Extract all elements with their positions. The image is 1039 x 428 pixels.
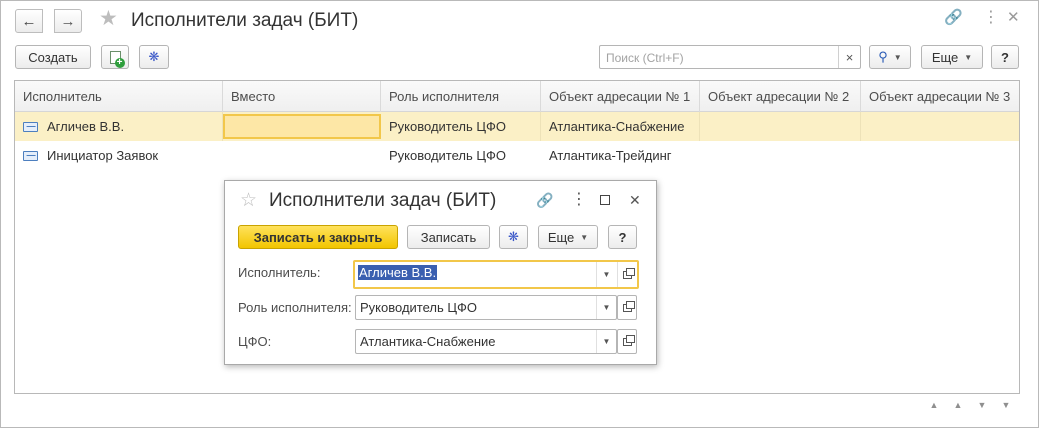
open-cfo-button[interactable] xyxy=(617,329,637,354)
hint-button[interactable]: ❋ xyxy=(139,45,169,69)
cell-role[interactable]: Руководитель ЦФО xyxy=(381,112,541,141)
create-button[interactable]: Создать xyxy=(15,45,91,69)
column-header-object-2[interactable]: Объект адресации № 2 xyxy=(700,81,861,112)
arrow-left-icon: ← xyxy=(21,12,37,30)
table-header: Исполнитель Вместо Роль исполнителя Объе… xyxy=(15,81,1019,112)
main-window: ← → ★ Исполнители задач (БИТ) 🔗 ⋮ ✕ Созд… xyxy=(0,0,1039,428)
search-icon: ⚲ xyxy=(878,49,888,64)
search-options-button[interactable]: ⚲ ▼ xyxy=(869,45,911,69)
table-scroll-controls: ▲︎ ▲ ▼ ▼︎ xyxy=(923,396,1019,414)
add-document-icon xyxy=(109,50,125,68)
search-field[interactable]: × xyxy=(599,45,861,69)
chevron-down-icon: ▼ xyxy=(964,52,973,62)
cell-instead[interactable] xyxy=(223,141,381,170)
column-header-performer[interactable]: Исполнитель xyxy=(15,81,223,112)
scroll-down-icon[interactable]: ▼ xyxy=(971,396,993,414)
open-role-button[interactable] xyxy=(617,295,637,320)
lightbulb-icon: ❋ xyxy=(148,49,160,64)
cell-object-1[interactable]: Атлантика-Снабжение xyxy=(541,112,700,141)
performer-field[interactable]: Агличев В.В. ▼ xyxy=(353,260,639,289)
scroll-bottom-icon[interactable]: ▼︎ xyxy=(995,396,1017,414)
column-header-instead[interactable]: Вместо xyxy=(223,81,381,112)
clear-search-button[interactable]: × xyxy=(838,46,860,68)
edit-dialog: ☆ Исполнители задач (БИТ) 🔗 ⋮ ✕ Записать… xyxy=(224,180,657,365)
cell-role[interactable]: Руководитель ЦФО xyxy=(381,141,541,170)
save-and-close-button[interactable]: Записать и закрыть xyxy=(238,225,398,249)
help-button[interactable]: ? xyxy=(608,225,637,249)
open-window-icon xyxy=(622,300,635,312)
chevron-down-icon: ▼ xyxy=(580,232,589,242)
cfo-value: Атлантика-Снабжение xyxy=(360,334,496,349)
more-button[interactable]: Еще ▼ xyxy=(921,45,983,69)
more-vertical-icon[interactable]: ⋮ xyxy=(571,192,587,208)
arrow-right-icon: → xyxy=(60,12,76,30)
cell-object-3[interactable] xyxy=(861,112,1019,141)
cfo-label: ЦФО: xyxy=(238,334,272,349)
create-copy-button[interactable] xyxy=(101,45,129,69)
performer-value: Агличев В.В. xyxy=(358,265,438,280)
column-header-object-1[interactable]: Объект адресации № 1 xyxy=(541,81,700,112)
column-header-object-3[interactable]: Объект адресации № 3 xyxy=(861,81,1019,112)
performer-label: Исполнитель: xyxy=(238,265,321,280)
close-icon[interactable]: ✕ xyxy=(629,193,641,207)
role-label: Роль исполнителя: xyxy=(238,300,352,315)
more-button-label: Еще xyxy=(547,229,575,245)
role-field[interactable]: Руководитель ЦФО ▼ xyxy=(355,295,617,320)
search-input[interactable] xyxy=(604,49,834,66)
page-title: Исполнители задач (БИТ) xyxy=(131,10,359,31)
scroll-up-icon[interactable]: ▲ xyxy=(947,396,969,414)
more-button[interactable]: Еще ▼ xyxy=(538,225,598,249)
cell-performer[interactable]: Инициатор Заявок xyxy=(15,141,223,170)
maximize-icon[interactable] xyxy=(600,195,610,205)
lightbulb-icon: ❋ xyxy=(508,229,519,244)
role-value: Руководитель ЦФО xyxy=(360,300,477,315)
link-icon[interactable]: 🔗 xyxy=(536,193,553,207)
link-icon[interactable]: 🔗 xyxy=(944,10,963,25)
favorite-star-icon[interactable]: ★ xyxy=(99,8,118,29)
dialog-title: Исполнители задач (БИТ) xyxy=(269,190,497,211)
open-item-button[interactable] xyxy=(617,262,637,287)
table-row[interactable]: Инициатор Заявок Руководитель ЦФО Атлант… xyxy=(15,141,1019,170)
cfo-field[interactable]: Атлантика-Снабжение ▼ xyxy=(355,329,617,354)
hint-button[interactable]: ❋ xyxy=(499,225,528,249)
forward-button[interactable]: → xyxy=(54,9,82,33)
chevron-down-icon[interactable]: ▼ xyxy=(596,296,616,319)
more-vertical-icon[interactable]: ⋮ xyxy=(983,10,999,26)
cell-object-2[interactable] xyxy=(700,112,861,141)
cell-object-3[interactable] xyxy=(861,141,1019,170)
more-button-label: Еще xyxy=(931,49,959,65)
open-window-icon xyxy=(623,267,635,279)
cell-object-1[interactable]: Атлантика-Трейдинг xyxy=(541,141,700,170)
favorite-star-icon[interactable]: ☆ xyxy=(240,191,257,210)
column-header-role[interactable]: Роль исполнителя xyxy=(381,81,541,112)
save-button[interactable]: Записать xyxy=(407,225,490,249)
scroll-top-icon[interactable]: ▲︎ xyxy=(923,396,945,414)
close-icon[interactable]: ✕ xyxy=(1007,10,1020,25)
chevron-down-icon: ▼ xyxy=(893,52,902,62)
cell-instead[interactable] xyxy=(223,114,381,139)
open-window-icon xyxy=(622,334,635,346)
help-button[interactable]: ? xyxy=(991,45,1019,69)
chevron-down-icon[interactable]: ▼ xyxy=(596,262,616,287)
table-row[interactable]: Агличев В.В. Руководитель ЦФО Атлантика-… xyxy=(15,112,1019,141)
cell-object-2[interactable] xyxy=(700,141,861,170)
cell-performer[interactable]: Агличев В.В. xyxy=(15,112,223,141)
chevron-down-icon[interactable]: ▼ xyxy=(596,330,616,353)
back-button[interactable]: ← xyxy=(15,9,43,33)
